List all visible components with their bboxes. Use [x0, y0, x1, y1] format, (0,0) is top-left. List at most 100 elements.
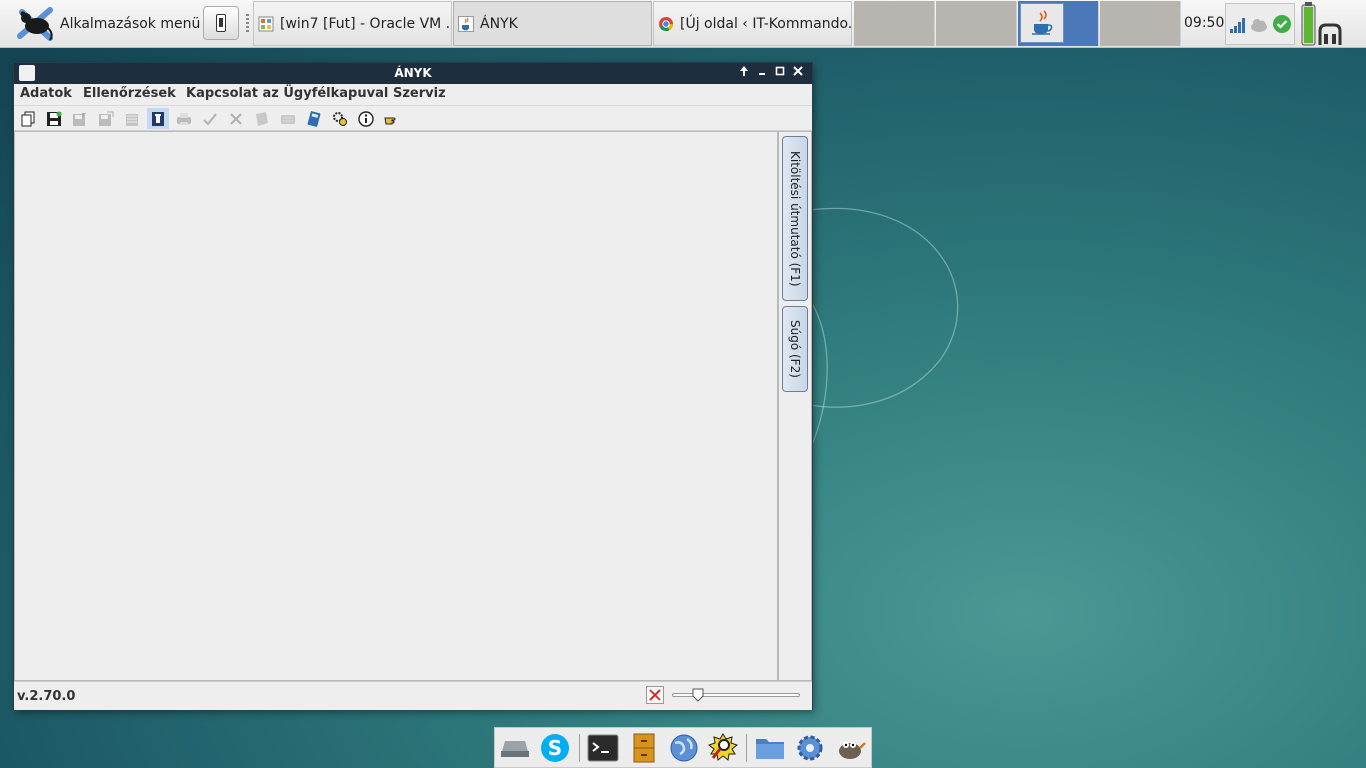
minimize-button[interactable]: [754, 65, 770, 81]
menu-kapcsolat-ugyfelkapu[interactable]: Kapcsolat az Ügyfélkapuval: [180, 85, 394, 102]
dock-separator: [746, 734, 747, 762]
pointer-help-button[interactable]: [381, 108, 403, 129]
dock-web-browser-launcher[interactable]: [667, 731, 701, 765]
crossed-out-icon: [649, 689, 661, 701]
clock[interactable]: 09:50: [1184, 15, 1224, 31]
dock-settings-launcher[interactable]: [793, 731, 827, 765]
minimize-icon: [759, 73, 765, 75]
menu-ellenorzesek[interactable]: Ellenőrzések: [77, 85, 182, 102]
chrome-icon: [659, 16, 674, 31]
dock-separator: [579, 734, 580, 762]
battery-power-icon[interactable]: [1298, 1, 1344, 47]
tab-kitoltesi-utmutato[interactable]: Kitöltési útmutató (F1): [782, 136, 808, 301]
calculator-icon: [307, 110, 321, 127]
new-form-button[interactable]: [17, 108, 39, 129]
pointing-hand-icon: [384, 117, 396, 124]
dock-gimp-launcher[interactable]: [833, 731, 867, 765]
dock-skype-launcher[interactable]: S: [538, 731, 572, 765]
dock-file-manager-launcher[interactable]: [753, 731, 787, 765]
workspace-4[interactable]: [1100, 1, 1181, 46]
show-desktop-button[interactable]: [203, 6, 239, 40]
document-stamp-icon: [256, 111, 268, 126]
menu-szerviz[interactable]: Szerviz: [387, 85, 452, 102]
dock-search-launcher[interactable]: [706, 731, 740, 765]
keyboard-icon: [281, 114, 295, 124]
no-connection-status-icon[interactable]: [646, 686, 664, 704]
terminal-icon: [587, 734, 619, 762]
check-button-disabled[interactable]: [199, 108, 221, 129]
taskbar-item-chrome[interactable]: [Új oldal ‹ IT-Kommando...: [653, 1, 852, 46]
calculator-button[interactable]: [303, 108, 325, 129]
close-icon: [793, 66, 803, 76]
window-title-bar[interactable]: ÁNYK: [14, 63, 812, 84]
workspace-3-current[interactable]: [1018, 1, 1099, 46]
form-list-icon: [152, 111, 164, 126]
arrow-up-icon: [740, 66, 748, 76]
hard-drive-icon: [501, 741, 529, 757]
save-button[interactable]: [43, 108, 65, 129]
tab-sugo[interactable]: Súgó (F2): [782, 306, 808, 392]
top-panel: Alkalmazások menü [win7 [Fut] - Oracle V…: [0, 0, 1366, 48]
form-selector-button[interactable]: [147, 108, 169, 129]
bottom-dock: S: [494, 727, 872, 768]
side-help-panel: Kitöltési útmutató (F1) Súgó (F2): [778, 131, 812, 681]
sign-button-disabled[interactable]: [251, 108, 273, 129]
java-icon: [1032, 10, 1053, 35]
gear-settings-icon: [797, 735, 823, 761]
applications-menu-button[interactable]: Alkalmazások menü: [16, 3, 200, 45]
panel-separator: [246, 14, 249, 34]
toolbar: [14, 106, 812, 131]
info-button[interactable]: [355, 108, 377, 129]
maximize-button[interactable]: [772, 65, 788, 81]
keyboard-button-disabled[interactable]: [277, 108, 299, 129]
svg-text:S: S: [548, 736, 562, 760]
dock-file-cabinet-launcher[interactable]: [627, 731, 661, 765]
zoom-slider-thumb[interactable]: [692, 688, 704, 702]
magnifier-search-icon: [707, 733, 739, 761]
zoom-slider[interactable]: [672, 688, 800, 702]
applications-menu-label: Alkalmazások menü: [60, 16, 201, 32]
taskbar-item-anyk[interactable]: ÁNYK: [453, 1, 652, 46]
keep-above-button[interactable]: [736, 65, 752, 81]
skype-icon: S: [541, 734, 569, 762]
network-signal-icon[interactable]: [1229, 16, 1247, 34]
status-bar: v.2.70.0: [14, 681, 812, 710]
cogwheels-icon: [333, 111, 347, 126]
dock-terminal-launcher[interactable]: [586, 731, 620, 765]
cloud-sync-icon[interactable]: [1249, 16, 1269, 34]
export-button-disabled[interactable]: [95, 108, 117, 129]
taskbar-item-label: [win7 [Fut] - Oracle VM ...: [280, 15, 452, 32]
import-button-disabled[interactable]: [121, 108, 143, 129]
settings-button[interactable]: [329, 108, 351, 129]
save-as-button-disabled[interactable]: [69, 108, 91, 129]
file-cabinet-icon: [633, 733, 655, 763]
maximize-icon: [775, 66, 785, 76]
security-shield-check-icon[interactable]: [1272, 14, 1292, 34]
taskbar-item-label: ÁNYK: [480, 15, 518, 32]
delete-button-disabled[interactable]: [225, 108, 247, 129]
copy-pages-icon: [21, 111, 35, 126]
printer-icon: [177, 112, 191, 125]
save-as-icon: [73, 112, 86, 126]
workspace-1[interactable]: [854, 1, 935, 46]
anyk-window: ÁNYK Adatok Ellenőrzések Kapcsolat az Üg…: [14, 63, 812, 710]
version-label: v.2.70.0: [17, 689, 76, 704]
dock-drive-launcher[interactable]: [498, 731, 532, 765]
info-icon: [358, 110, 374, 127]
form-content-area[interactable]: [14, 131, 778, 681]
folder-icon: [756, 739, 784, 759]
window-title: ÁNYK: [394, 66, 432, 80]
xfce-mouse-logo-icon: [17, 7, 53, 41]
tab-kitoltesi-utmutato-label: Kitöltési útmutató (F1): [788, 150, 802, 287]
workspace-2[interactable]: [936, 1, 1017, 46]
show-desktop-icon: [216, 14, 226, 32]
print-button-disabled[interactable]: [173, 108, 195, 129]
taskbar-item-label: [Új oldal ‹ IT-Kommando...: [680, 15, 852, 32]
taskbar-item-virtualbox[interactable]: [win7 [Fut] - Oracle VM ...: [253, 1, 452, 46]
close-button[interactable]: [790, 65, 806, 81]
import-icon: [126, 113, 138, 126]
menu-bar: Adatok Ellenőrzések Kapcsolat az Ügyfélk…: [14, 84, 812, 106]
tab-sugo-label: Súgó (F2): [788, 320, 802, 378]
menu-adatok[interactable]: Adatok: [14, 85, 78, 102]
system-tray: [1225, 3, 1295, 45]
